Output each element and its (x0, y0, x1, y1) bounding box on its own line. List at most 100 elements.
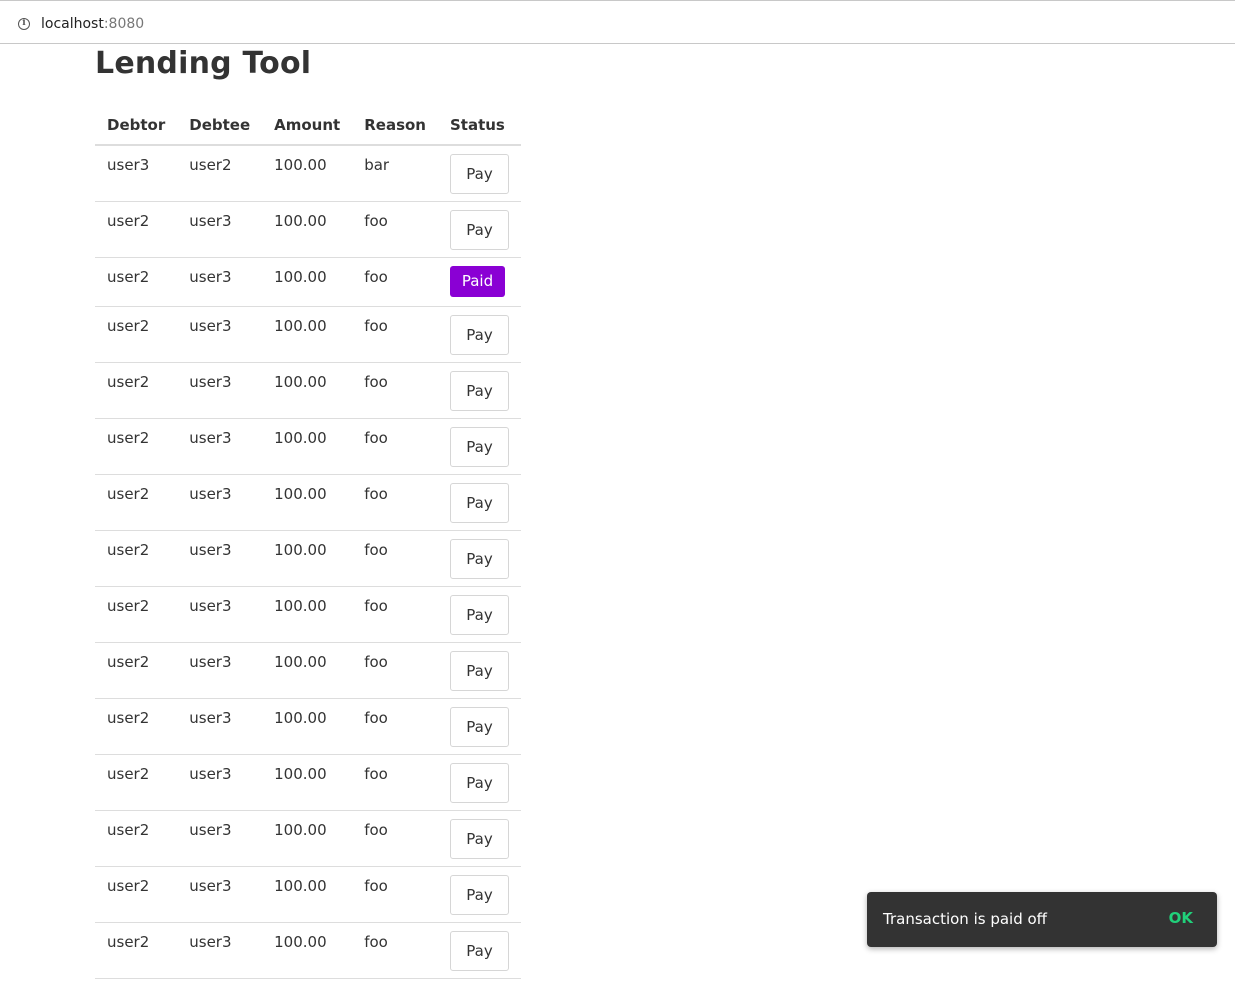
cell-debtor: user2 (95, 362, 178, 419)
cell-debtor: user2 (95, 306, 178, 363)
pay-button[interactable]: Pay (449, 209, 509, 250)
transactions-table: Debtor Debtee Amount Reason Status user3… (95, 106, 521, 979)
cell-amount: 100.00 (262, 474, 353, 531)
url-host: localhost (41, 16, 104, 32)
pay-button[interactable]: Pay (449, 818, 509, 859)
pay-button[interactable]: Pay (449, 482, 509, 523)
pay-button[interactable]: Pay (449, 314, 509, 355)
pay-button[interactable]: Pay (449, 370, 509, 411)
reason-value: foo (364, 484, 388, 503)
table-row: user2 user3 100.00 foo Pay (95, 922, 521, 979)
cell-reason: foo (352, 754, 438, 811)
url-port: :8080 (103, 16, 145, 32)
debtee-value: user3 (189, 876, 232, 895)
pay-button[interactable]: Pay (449, 154, 509, 194)
debtor-value: user2 (107, 820, 150, 839)
debtee-value: user3 (189, 764, 232, 783)
pay-button[interactable]: Pay (449, 594, 509, 635)
pay-button[interactable]: Pay (449, 762, 509, 803)
browser-address-bar[interactable]: i localhost:8080 (0, 0, 1235, 44)
amount-value: 100.00 (274, 932, 327, 951)
reason-value: foo (364, 820, 388, 839)
column-header-debtor: Debtor (95, 106, 178, 146)
table-row: user2 user3 100.00 foo Pay (95, 698, 521, 755)
table-row: user2 user3 100.00 foo Pay (95, 418, 521, 475)
reason-value: foo (364, 372, 388, 391)
cell-debtee: user3 (177, 530, 263, 587)
reason-value: foo (364, 428, 388, 447)
info-icon[interactable]: i (18, 18, 30, 30)
table-row: user2 user3 100.00 foo Pay (95, 754, 521, 811)
debtee-value: user3 (189, 708, 232, 727)
amount-value: 100.00 (274, 372, 327, 391)
cell-debtee: user3 (177, 418, 263, 475)
amount-value: 100.00 (274, 540, 327, 559)
pay-button[interactable]: Pay (449, 874, 509, 915)
cell-amount: 100.00 (262, 866, 353, 923)
snackbar-message: Transaction is paid off (883, 910, 1048, 928)
pay-button[interactable]: Pay (449, 930, 509, 971)
amount-value: 100.00 (274, 428, 327, 447)
cell-reason: foo (352, 362, 438, 419)
table-row: user2 user3 100.00 foo Pay (95, 586, 521, 643)
page-title: Lending Tool (95, 46, 312, 81)
cell-status: Pay (437, 754, 521, 811)
cell-debtee: user3 (177, 810, 263, 867)
cell-debtee: user2 (177, 145, 263, 202)
cell-status: Pay (437, 586, 521, 643)
cell-reason: foo (352, 922, 438, 979)
cell-reason: foo (352, 201, 438, 258)
pay-button[interactable]: Pay (449, 706, 509, 747)
reason-value: foo (364, 652, 388, 671)
amount-value: 100.00 (274, 708, 327, 727)
cell-debtor: user2 (95, 530, 178, 587)
column-header-status: Status (437, 106, 521, 146)
cell-status: Pay (437, 698, 521, 755)
amount-value: 100.00 (274, 316, 327, 335)
debtee-value: user3 (189, 484, 232, 503)
cell-status: Pay (437, 642, 521, 699)
cell-amount: 100.00 (262, 754, 353, 811)
reason-value: foo (364, 932, 388, 951)
column-header-reason: Reason (352, 106, 438, 146)
amount-value: 100.00 (274, 652, 327, 671)
cell-status: Pay (437, 922, 521, 979)
column-header-debtee: Debtee (177, 106, 263, 146)
pay-button[interactable]: Pay (449, 650, 509, 691)
cell-reason: foo (352, 306, 438, 363)
table-row: user2 user3 100.00 foo Pay (95, 474, 521, 531)
cell-debtor: user2 (95, 866, 178, 923)
cell-debtor: user3 (95, 145, 178, 202)
reason-value: foo (364, 876, 388, 895)
pay-button[interactable]: Pay (449, 426, 509, 467)
cell-reason: foo (352, 586, 438, 643)
cell-debtor: user2 (95, 201, 178, 258)
debtee-value: user3 (189, 540, 232, 559)
debtor-value: user2 (107, 652, 150, 671)
debtee-value: user3 (189, 652, 232, 671)
debtor-value: user2 (107, 372, 150, 391)
cell-amount: 100.00 (262, 306, 353, 363)
debtor-value: user2 (107, 876, 150, 895)
cell-status: Pay (437, 201, 521, 258)
debtor-value: user2 (107, 211, 150, 230)
url-text[interactable]: localhost:8080 (41, 16, 144, 32)
table-row: user2 user3 100.00 foo Pay (95, 642, 521, 699)
snackbar-ok-button[interactable]: OK (1169, 909, 1193, 927)
table-row: user2 user3 100.00 foo Pay (95, 810, 521, 867)
pay-button[interactable]: Pay (449, 538, 509, 579)
cell-amount: 100.00 (262, 698, 353, 755)
cell-debtee: user3 (177, 922, 263, 979)
amount-value: 100.00 (274, 764, 327, 783)
reason-value: foo (364, 596, 388, 615)
amount-value: 100.00 (274, 211, 327, 230)
cell-reason: foo (352, 698, 438, 755)
cell-debtee: user3 (177, 698, 263, 755)
cell-reason: bar (352, 145, 438, 202)
debtor-value: user2 (107, 932, 150, 951)
cell-status: Pay (437, 866, 521, 923)
cell-status: Pay (437, 418, 521, 475)
paid-status-badge: Paid (449, 265, 505, 297)
debtor-value: user2 (107, 596, 150, 615)
table-row: user2 user3 100.00 foo Paid (95, 257, 521, 307)
